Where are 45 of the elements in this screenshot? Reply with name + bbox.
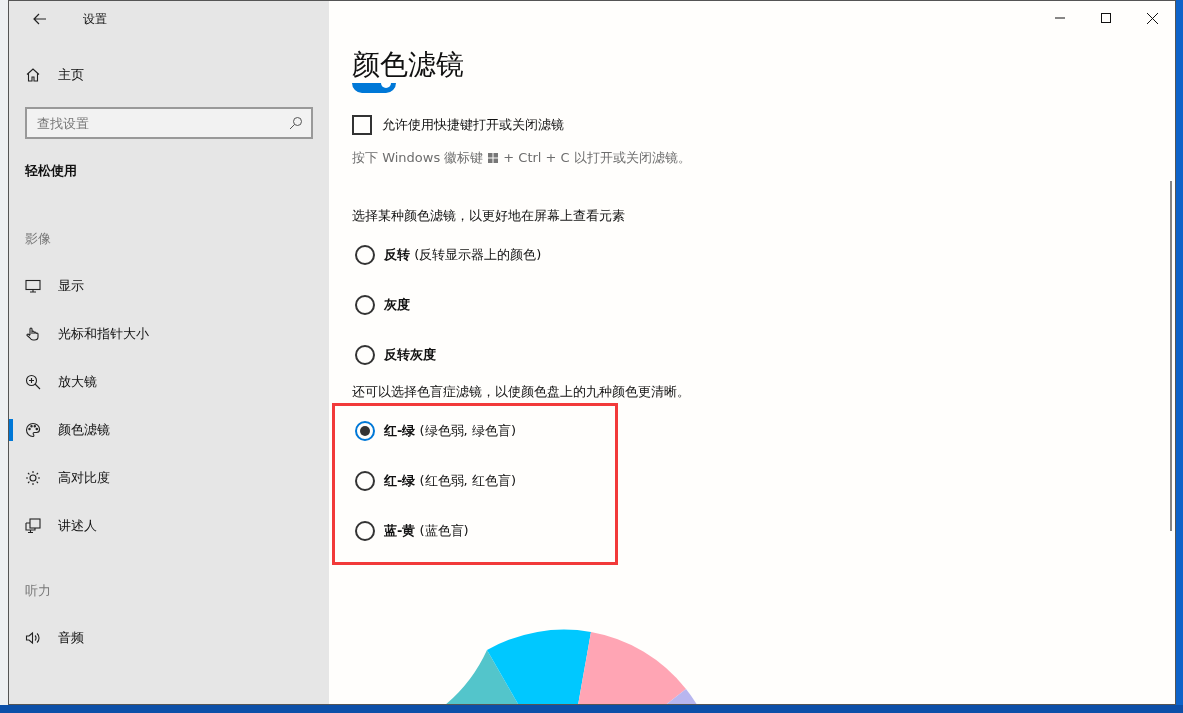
pointer-hand-icon [25,326,41,342]
radio-button[interactable] [355,245,375,265]
narrator-screen-icon [25,518,41,534]
speaker-icon [25,630,41,646]
nav-item[interactable]: 讲述人 [9,502,329,550]
group-heading: 影像 [24,230,52,248]
hint-text: 按下 Windows 徽标键 [352,149,484,167]
nav-item[interactable]: 音频 [9,614,329,662]
monitor-icon [25,278,41,294]
radio-button[interactable] [355,521,375,541]
back-arrow-icon [33,13,47,25]
maximize-icon [1101,13,1111,23]
hint-text: + Ctrl + C 以打开或关闭滤镜。 [503,149,691,167]
nav-item[interactable]: 颜色滤镜 [9,406,329,454]
category-heading: 轻松使用 [24,162,78,180]
shortcut-checkbox-row[interactable]: 允许使用快捷键打开或关闭滤镜 [352,115,564,135]
scrollbar[interactable] [1170,181,1172,531]
nav-item[interactable]: 高对比度 [9,454,329,502]
radio-button[interactable] [355,471,375,491]
close-icon [1146,12,1158,24]
palette-icon [25,422,41,438]
section-heading: 还可以选择色盲症滤镜，以使颜色盘上的九种颜色更清晰。 [352,383,690,401]
nav-item[interactable]: 显示 [9,262,329,310]
radio-option[interactable]: 反转灰度 [355,330,436,380]
radio-option[interactable]: 灰度 [355,280,410,330]
windows-logo-icon [488,153,499,163]
nav-item[interactable]: 主页 [9,51,329,99]
checkbox[interactable] [352,115,372,135]
radio-button[interactable] [355,295,375,315]
radio-button[interactable] [355,421,375,441]
sun-icon [25,470,41,486]
window-title: 设置 [83,10,107,28]
home-icon [25,67,41,83]
radio-option[interactable]: 反转 (反转显示器上的颜色) [355,230,542,280]
nav-item[interactable]: 光标和指针大小 [9,310,329,358]
nav-item[interactable]: 放大镜 [9,358,329,406]
section-heading: 选择某种颜色滤镜，以更好地在屏幕上查看元素 [352,207,625,225]
group-heading: 听力 [24,582,52,600]
radio-option[interactable]: 蓝-黄 (蓝色盲) [355,506,469,556]
radio-option[interactable]: 红-绿 (红色弱, 红色盲) [355,456,516,506]
magnifier-plus-icon [25,374,41,390]
radio-option[interactable]: 红-绿 (绿色弱, 绿色盲) [355,406,516,456]
search-icon [289,116,303,130]
radio-button[interactable] [355,345,375,365]
search-field[interactable]: 查找设置 [25,107,313,139]
